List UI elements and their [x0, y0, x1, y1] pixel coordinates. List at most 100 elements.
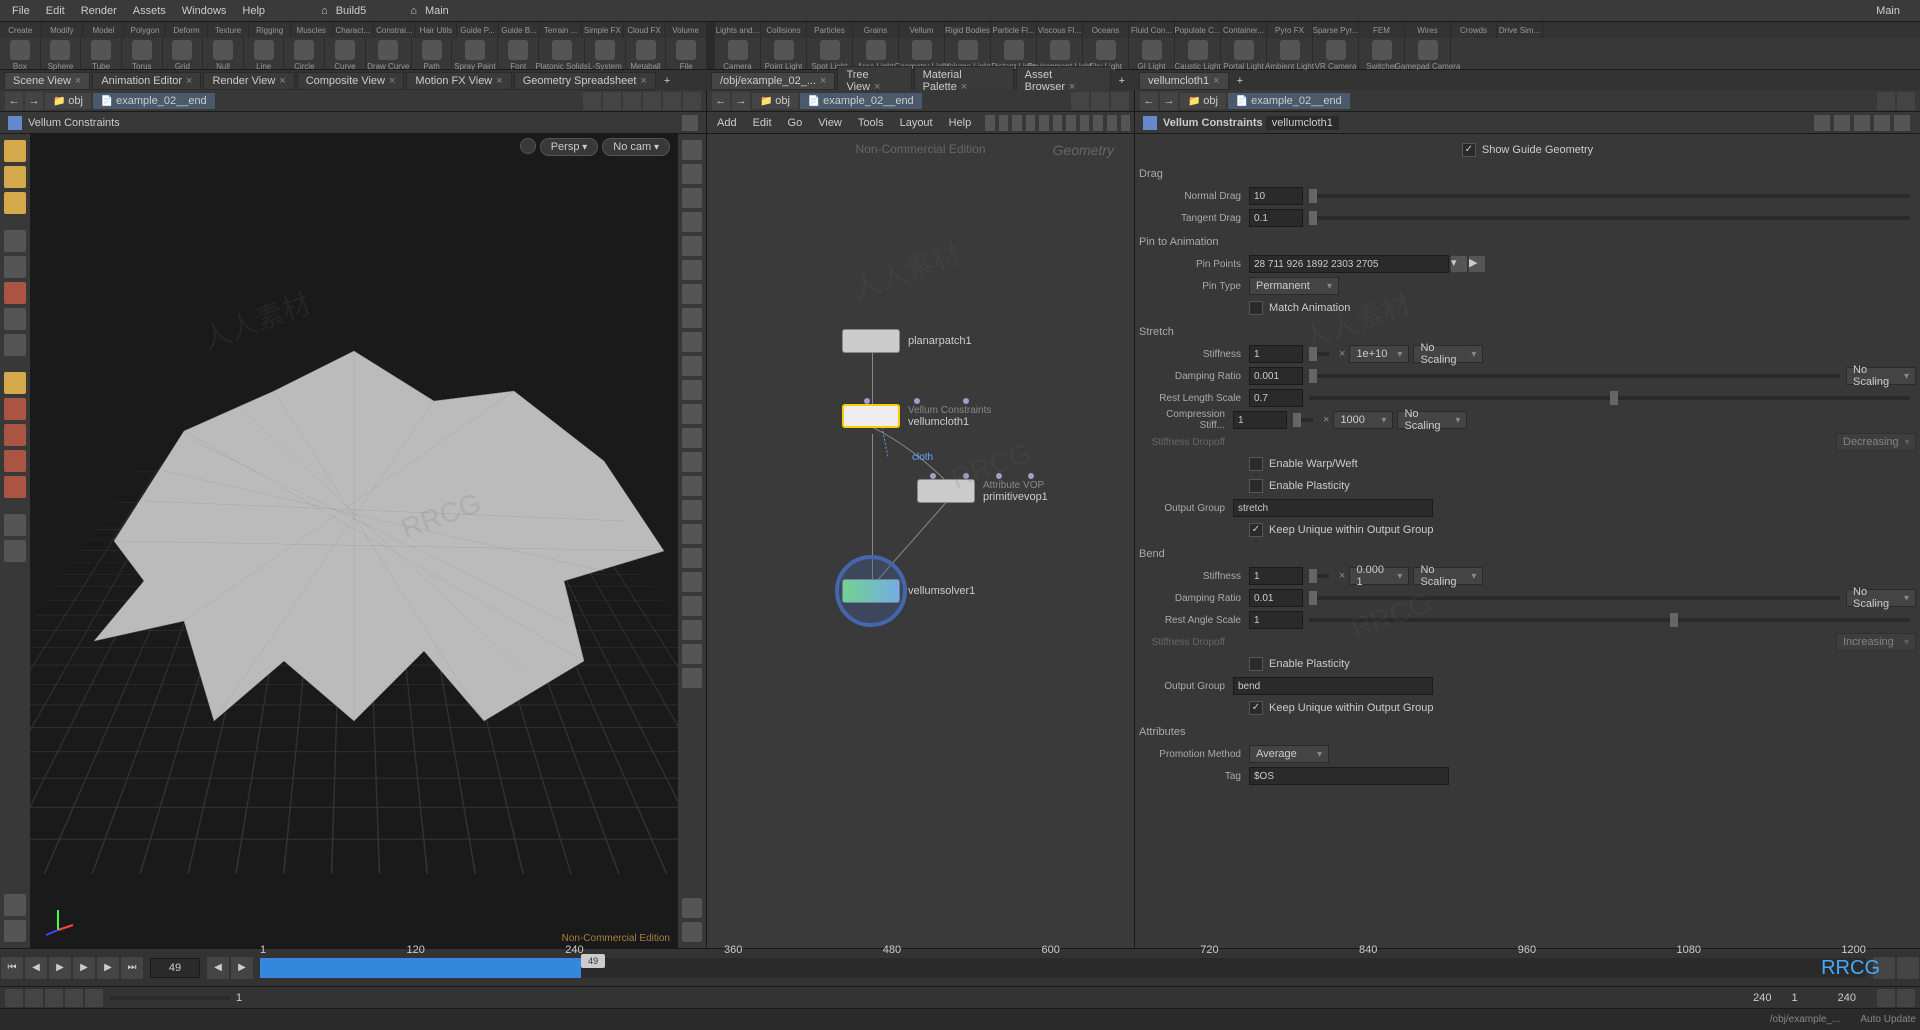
tool-icon[interactable]	[4, 540, 26, 562]
net-tool-icon[interactable]	[1107, 115, 1117, 131]
shelf-tab[interactable]: Simple FX	[582, 22, 624, 38]
bottom-tool-icon[interactable]	[85, 989, 103, 1007]
shelf-tab2[interactable]: Collisions	[761, 22, 807, 38]
nav-fwd-icon[interactable]: →	[1160, 92, 1178, 110]
bend-dropoff-dropdown[interactable]: Increasing	[1836, 633, 1916, 651]
shelf-lsystem[interactable]: L-System	[585, 38, 626, 73]
persp-dropdown[interactable]: Persp ▾	[540, 138, 599, 156]
pin-icon[interactable]	[1877, 92, 1895, 110]
tool-icon[interactable]	[4, 372, 26, 394]
bend-damp-slider[interactable]	[1309, 596, 1840, 600]
menu-assets[interactable]: Assets	[125, 5, 174, 17]
display-option-icon[interactable]	[682, 524, 702, 544]
display-option-icon[interactable]	[682, 380, 702, 400]
net-tool-icon[interactable]	[985, 115, 995, 131]
shelf-file[interactable]: File	[666, 38, 707, 73]
net-menu-edit[interactable]: Edit	[747, 117, 778, 129]
shelf-path[interactable]: Path	[412, 38, 453, 73]
shelf-tab2[interactable]: Crowds	[1451, 22, 1497, 38]
shelf-curve[interactable]: Curve	[325, 38, 366, 73]
shelf-gilight[interactable]: GI Light	[1129, 38, 1175, 73]
range-end2[interactable]: 240	[1838, 992, 1856, 1004]
tab-composite[interactable]: Composite View×	[297, 72, 405, 90]
shelf-circle[interactable]: Circle	[284, 38, 325, 73]
net-menu-add[interactable]: Add	[711, 117, 743, 129]
bend-keep-unique-checkbox[interactable]	[1249, 701, 1263, 715]
lock-icon[interactable]	[520, 138, 536, 154]
net-tool-icon[interactable]	[999, 115, 1009, 131]
shelf-tab2[interactable]: Viscous Fl...	[1037, 22, 1083, 38]
bottom-tool-icon[interactable]	[1897, 989, 1915, 1007]
menu-render[interactable]: Render	[73, 5, 125, 17]
net-menu-go[interactable]: Go	[782, 117, 809, 129]
path-scene[interactable]: 📄 example_02__end	[93, 93, 215, 109]
tool-icon[interactable]	[4, 166, 26, 188]
bend-damp-scale[interactable]: No Scaling	[1846, 589, 1916, 607]
keep-unique-checkbox[interactable]	[1249, 523, 1263, 537]
menu-windows[interactable]: Windows	[174, 5, 235, 17]
warp-weft-checkbox[interactable]	[1249, 457, 1263, 471]
path-scene[interactable]: 📄 example_02__end	[1228, 93, 1350, 109]
tool-icon[interactable]	[1091, 92, 1109, 110]
net-menu-help[interactable]: Help	[943, 117, 978, 129]
normal-drag-slider[interactable]	[1309, 194, 1910, 198]
display-option-icon[interactable]	[682, 596, 702, 616]
menu-help[interactable]: Help	[234, 5, 273, 17]
shelf-metaball[interactable]: Metaball	[626, 38, 667, 73]
realtime-toggle[interactable]	[1873, 957, 1895, 979]
plasticity-checkbox[interactable]	[1249, 479, 1263, 493]
stretch-stiff-scale[interactable]: No Scaling	[1413, 345, 1483, 363]
shelf-torus[interactable]: Torus	[122, 38, 163, 73]
shelf-tab2[interactable]: Sparse Pyr...	[1313, 22, 1359, 38]
path-obj[interactable]: 📁 obj	[752, 93, 798, 109]
comp-stiff-exp[interactable]: 1000	[1333, 411, 1393, 429]
range-start2[interactable]: 1	[1792, 992, 1798, 1004]
tab-param-node[interactable]: vellumcloth1×	[1139, 72, 1229, 90]
last-frame-button[interactable]: ⏭	[121, 957, 143, 979]
display-option-icon[interactable]	[682, 332, 702, 352]
nav-back-icon[interactable]: ←	[1140, 92, 1158, 110]
snap-tool-icon[interactable]	[4, 476, 26, 498]
shelf-line[interactable]: Line	[244, 38, 285, 73]
pin-type-dropdown[interactable]: Permanent	[1249, 277, 1339, 295]
bend-stiff-exp[interactable]: 0.000 1	[1349, 567, 1409, 585]
shelf-portallight[interactable]: Portal Light	[1221, 38, 1267, 73]
shelf-tab2[interactable]: Drive Sim...	[1497, 22, 1543, 38]
tool-icon[interactable]	[663, 92, 681, 110]
snap-tool-icon[interactable]	[4, 450, 26, 472]
shelf-tab2[interactable]: FEM	[1359, 22, 1405, 38]
shelf-tab2[interactable]: Rigid Bodies	[945, 22, 991, 38]
display-option-icon[interactable]	[682, 404, 702, 424]
shelf-tab2[interactable]: Oceans	[1083, 22, 1129, 38]
nav-fwd-icon[interactable]: →	[25, 92, 43, 110]
tab-geospread[interactable]: Geometry Spreadsheet×	[514, 72, 656, 90]
stretch-rest-slider[interactable]	[1309, 396, 1910, 400]
bend-stiff-scale[interactable]: No Scaling	[1413, 567, 1483, 585]
timeline-track[interactable]: 112024036048060072084096010801200 49	[260, 958, 1866, 978]
pin-icon[interactable]	[1071, 92, 1089, 110]
tool-icon[interactable]	[1874, 115, 1890, 131]
shelf-pointlight[interactable]: Point Light	[761, 38, 807, 73]
shelf-tab[interactable]: Create	[0, 22, 42, 38]
tool-icon[interactable]	[4, 514, 26, 536]
bend-rest-slider[interactable]	[1309, 618, 1910, 622]
stretch-damp-input[interactable]	[1249, 367, 1303, 385]
shelf-tab[interactable]: Charact...	[333, 22, 375, 38]
shelf-tube[interactable]: Tube	[81, 38, 122, 73]
shelf-tab2[interactable]: Fluid Con...	[1129, 22, 1175, 38]
info-icon[interactable]	[682, 898, 702, 918]
stretch-damp-scale[interactable]: No Scaling	[1846, 367, 1916, 385]
show-guide-checkbox[interactable]	[1462, 143, 1476, 157]
current-frame-input[interactable]	[150, 958, 200, 978]
shelf-null[interactable]: Null	[203, 38, 244, 73]
display-option-icon[interactable]	[682, 922, 702, 942]
main-tab[interactable]: ⌂ Main	[402, 5, 465, 17]
display-option-icon[interactable]	[682, 308, 702, 328]
display-option-icon[interactable]	[682, 452, 702, 472]
nav-back-icon[interactable]: ←	[5, 92, 23, 110]
node-planarpatch[interactable]: planarpatch1	[842, 329, 972, 353]
shelf-box[interactable]: Box	[0, 38, 41, 73]
shelf-spraypaint[interactable]: Spray Paint	[452, 38, 498, 73]
shelf-tab2[interactable]: Populate C...	[1175, 22, 1221, 38]
shelf-tab[interactable]: Volume	[665, 22, 707, 38]
